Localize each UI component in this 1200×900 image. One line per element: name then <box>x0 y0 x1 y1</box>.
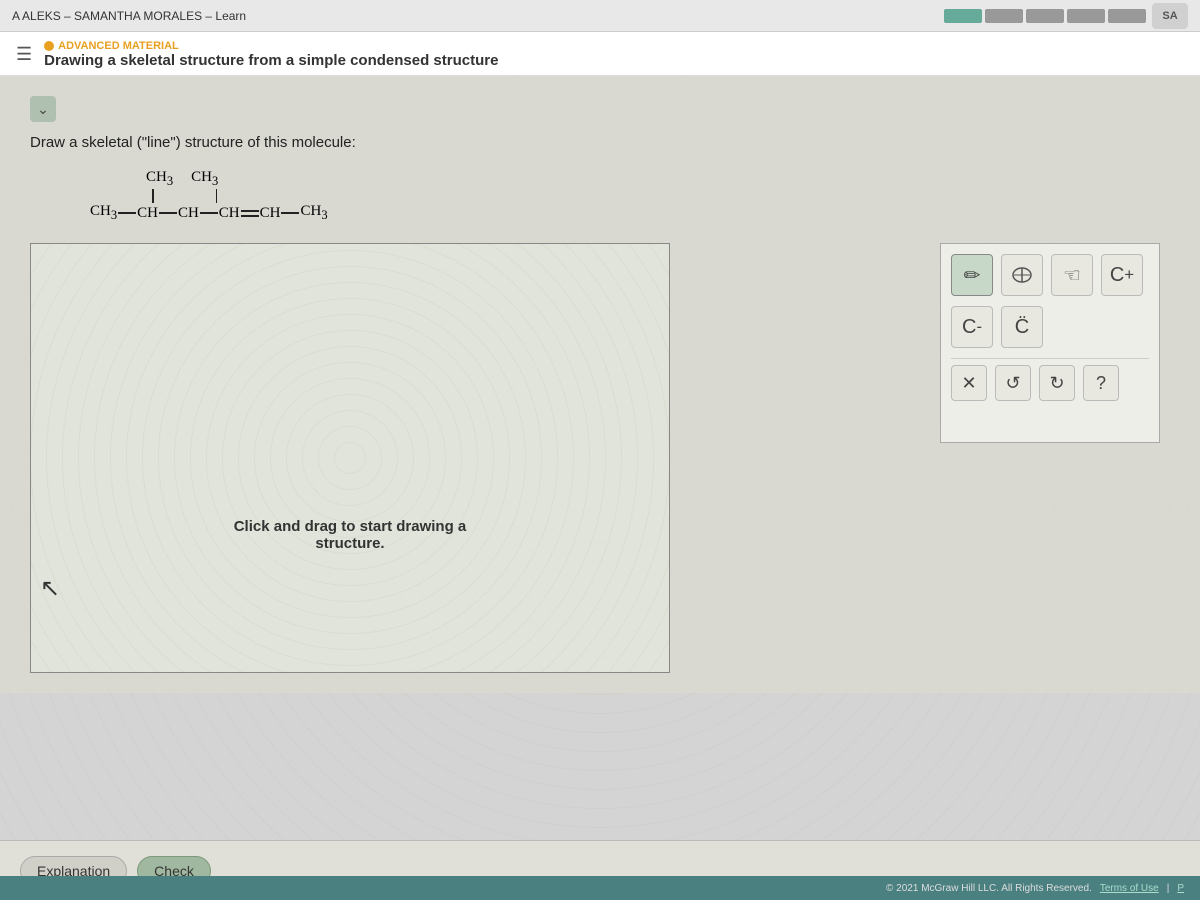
drawing-canvas[interactable]: Click and drag to start drawing a struct… <box>30 243 670 673</box>
toolbar-row-3: ✕ ↺ ↻ ? <box>951 365 1149 401</box>
ch3-start: CH3 <box>90 203 117 223</box>
bond-5 <box>281 212 299 214</box>
c-minus-button[interactable]: C- <box>951 306 993 348</box>
seg-2 <box>985 9 1023 23</box>
ch-2: CH <box>178 205 199 222</box>
lesson-title: Drawing a skeletal structure from a simp… <box>44 52 498 69</box>
progress-segments <box>944 9 1146 23</box>
ch-1: CH <box>137 205 158 222</box>
vert-bond-1 <box>152 189 154 203</box>
molecule-formula: CH3 CH3 CH3 CH CH CH <box>90 169 1170 223</box>
top-ch3-1: CH3 <box>146 169 173 189</box>
seg-5 <box>1108 9 1146 23</box>
pencil-tool-button[interactable]: ✏ <box>951 254 993 296</box>
toolbar-row-2: C- C̈ <box>951 306 1149 348</box>
top-bar-right: SA <box>944 3 1188 29</box>
cursor-arrow-icon: ↖ <box>40 574 60 603</box>
top-bar: A ALEKS – SAMANTHA MORALES – Learn SA <box>0 0 1200 32</box>
seg-3 <box>1026 9 1064 23</box>
ch-4: CH <box>260 205 281 222</box>
canvas-instruction: Click and drag to start drawing a struct… <box>234 518 467 552</box>
bond-2 <box>159 212 177 214</box>
terms-link[interactable]: Terms of Use <box>1100 883 1159 894</box>
footer-bar: © 2021 McGraw Hill LLC. All Rights Reser… <box>0 876 1200 900</box>
collapse-button[interactable]: ⌄ <box>30 96 56 122</box>
toolbar-row-1: ✏ ☜ C+ <box>951 254 1149 296</box>
top-bar-title: A ALEKS – SAMANTHA MORALES – Learn <box>12 9 246 23</box>
sa-button[interactable]: SA <box>1152 3 1188 29</box>
bond-3 <box>200 212 218 214</box>
content-panel: ⌄ Draw a skeletal ("line") structure of … <box>0 76 1200 693</box>
undo-button[interactable]: ↺ <box>995 365 1031 401</box>
question-text: Draw a skeletal ("line") structure of th… <box>30 134 1170 151</box>
c-dots-button[interactable]: C̈ <box>1001 306 1043 348</box>
hamburger-icon[interactable]: ☰ <box>16 44 32 65</box>
main-content: ⌄ Draw a skeletal ("line") structure of … <box>0 76 1200 896</box>
eraser-tool-button[interactable] <box>1001 254 1043 296</box>
drawing-area-wrapper: Click and drag to start drawing a struct… <box>30 243 1170 673</box>
c-plus-button[interactable]: C+ <box>1101 254 1143 296</box>
clear-button[interactable]: ✕ <box>951 365 987 401</box>
top-ch3-2: CH3 <box>191 169 218 189</box>
help-button[interactable]: ? <box>1083 365 1119 401</box>
redo-button[interactable]: ↻ <box>1039 365 1075 401</box>
bond-1 <box>118 212 136 214</box>
header-section: ☰ ADVANCED MATERIAL Drawing a skeletal s… <box>0 32 1200 76</box>
privacy-link[interactable]: P <box>1177 883 1184 894</box>
ch3-end: CH3 <box>300 203 327 223</box>
ch-3: CH <box>219 205 240 222</box>
seg-4 <box>1067 9 1105 23</box>
double-bond <box>241 210 259 217</box>
toolbar-panel: ✏ ☜ C+ C- C̈ ✕ ↺ ↻ ? <box>940 243 1160 443</box>
header-text-block: ADVANCED MATERIAL Drawing a skeletal str… <box>44 40 498 69</box>
formula-main-row: CH3 CH CH CH CH CH3 <box>90 203 1170 223</box>
advanced-material-label: ADVANCED MATERIAL <box>44 40 498 52</box>
vert-bond-2 <box>216 189 218 203</box>
formula-top-row: CH3 CH3 <box>90 169 1170 189</box>
pipe-separator: | <box>1167 883 1170 894</box>
toolbar-divider <box>951 358 1149 359</box>
copyright-text: © 2021 McGraw Hill LLC. All Rights Reser… <box>886 883 1092 894</box>
hand-tool-button[interactable]: ☜ <box>1051 254 1093 296</box>
seg-1 <box>944 9 982 23</box>
orange-dot-icon <box>44 41 54 51</box>
